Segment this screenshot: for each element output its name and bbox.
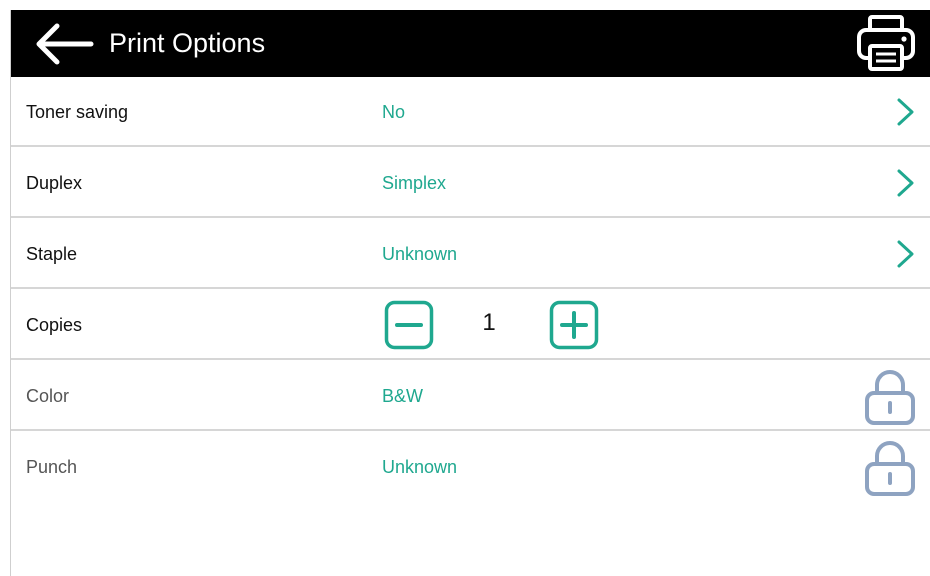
option-row-duplex[interactable]: Duplex Simplex	[11, 148, 930, 218]
option-row-punch: Punch Unknown	[11, 432, 930, 502]
option-row-color: Color B&W	[11, 361, 930, 431]
copies-value: 1	[482, 309, 496, 336]
option-value: B&W	[382, 386, 424, 406]
decrement-copies-button[interactable]	[384, 300, 434, 350]
page-title: Print Options	[109, 28, 266, 58]
print-button[interactable]	[855, 13, 917, 73]
chevron-right-icon	[897, 169, 914, 197]
arrow-left-icon	[36, 23, 94, 65]
increment-copies-button[interactable]	[549, 300, 599, 350]
chevron-right-icon	[897, 240, 914, 268]
option-value: Unknown	[382, 244, 458, 264]
option-value: No	[382, 102, 406, 122]
option-label: Duplex	[26, 173, 83, 193]
option-row-staple[interactable]: Staple Unknown	[11, 219, 930, 289]
chevron-right-icon	[897, 98, 914, 126]
minus-icon	[384, 300, 434, 350]
copies-label: Copies	[26, 315, 83, 335]
lock-icon	[865, 441, 915, 496]
option-label: Toner saving	[26, 102, 129, 122]
option-label: Punch	[26, 457, 78, 477]
header-bar: Print Options	[11, 10, 930, 77]
plus-icon	[549, 300, 599, 350]
back-button[interactable]	[31, 18, 95, 70]
printer-icon	[857, 15, 915, 71]
option-row-toner-saving[interactable]: Toner saving No	[11, 77, 930, 147]
option-row-copies: Copies 1	[11, 290, 930, 360]
print-options-screen: Print Options Toner saving No Duplex Sim…	[10, 10, 930, 576]
option-value: Simplex	[382, 173, 447, 193]
option-label: Color	[26, 386, 70, 406]
option-label: Staple	[26, 244, 78, 264]
lock-icon	[865, 370, 915, 425]
option-value: Unknown	[382, 457, 458, 477]
